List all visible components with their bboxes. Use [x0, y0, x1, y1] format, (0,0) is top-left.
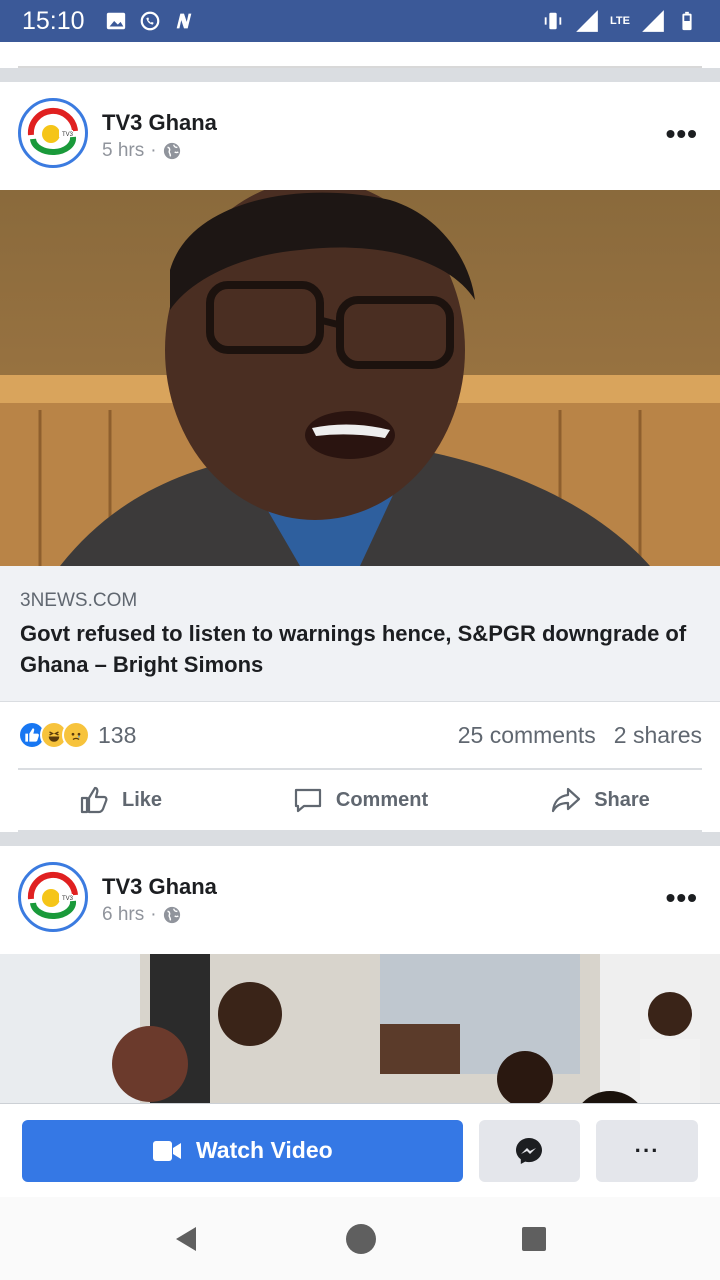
- news-feed[interactable]: TV3 TV3 Ghana 5 hrs · ••• 3NEWS.COM Govt…: [0, 42, 720, 1197]
- more-dots-icon: ···: [634, 1137, 660, 1163]
- post-card: TV3 TV3 Ghana 5 hrs · ••• 3NEWS.COM Govt…: [0, 82, 720, 832]
- post-header: TV3 TV3 Ghana 5 hrs · •••: [0, 82, 720, 190]
- share-icon: [552, 787, 581, 813]
- page-name[interactable]: TV3 Ghana: [102, 874, 217, 900]
- link-preview[interactable]: 3NEWS.COM Govt refused to listen to warn…: [0, 566, 720, 702]
- post-stats: 138 25 comments 2 shares: [0, 702, 720, 768]
- post-time-label: 6 hrs: [102, 904, 145, 925]
- comment-button[interactable]: Comment: [240, 784, 480, 816]
- video-action-bar: Watch Video ···: [0, 1103, 720, 1197]
- lte-indicator: LTE: [610, 14, 630, 27]
- status-time: 15:10: [22, 6, 85, 35]
- share-label: Share: [594, 788, 650, 811]
- link-domain: 3NEWS.COM: [20, 590, 138, 611]
- sad-reaction-icon: [62, 721, 90, 749]
- photo-bright-simons: [0, 190, 720, 566]
- watch-video-label: Watch Video: [195, 1137, 333, 1163]
- system-nav-bar: [0, 1197, 720, 1280]
- messenger-icon: [516, 1137, 543, 1164]
- post-header: TV3 TV3 Ghana 6 hrs · •••: [0, 846, 720, 954]
- more-options-icon[interactable]: •••: [666, 882, 698, 914]
- video-camera-icon: [152, 1140, 181, 1161]
- status-bar: 15:10 LTE: [0, 0, 720, 42]
- like-label: Like: [121, 788, 163, 811]
- avatar[interactable]: TV3: [18, 862, 88, 932]
- divider: [18, 42, 702, 68]
- svg-text:TV3: TV3: [62, 896, 74, 902]
- signal-icon: [576, 10, 598, 32]
- avatar[interactable]: TV3: [18, 98, 88, 168]
- messenger-button[interactable]: [478, 1119, 581, 1182]
- post-actions: Like Comment Share: [0, 770, 720, 830]
- divider: [18, 830, 702, 832]
- post-time-label: 5 hrs: [102, 140, 145, 161]
- recents-icon[interactable]: [520, 1225, 548, 1253]
- like-button[interactable]: Like: [0, 784, 240, 816]
- comment-icon: [294, 788, 321, 813]
- more-button[interactable]: ···: [596, 1119, 698, 1182]
- separator: ·: [150, 904, 157, 925]
- tv3-logo-icon: TV3: [23, 103, 83, 163]
- watch-video-button[interactable]: Watch Video: [22, 1119, 463, 1182]
- globe-icon: [163, 142, 180, 160]
- separator: ·: [150, 140, 157, 161]
- reaction-count: 138: [98, 721, 137, 748]
- post-timestamp[interactable]: 6 hrs ·: [102, 904, 181, 926]
- back-icon[interactable]: [172, 1224, 202, 1254]
- vibrate-icon: [544, 12, 562, 30]
- battery-icon: [682, 11, 692, 31]
- share-button[interactable]: Share: [480, 784, 720, 816]
- shares-count[interactable]: 2 shares: [614, 722, 702, 749]
- whatsapp-icon: [140, 11, 159, 31]
- previous-post-tail: [0, 42, 720, 68]
- like-icon: [80, 786, 108, 814]
- globe-icon: [163, 906, 180, 924]
- more-options-icon[interactable]: •••: [666, 118, 698, 150]
- n-app-icon: [176, 13, 191, 29]
- comment-label: Comment: [335, 788, 429, 811]
- svg-text:TV3: TV3: [62, 132, 74, 138]
- tv3-logo-icon: TV3: [23, 867, 83, 927]
- signal-icon: [642, 10, 664, 32]
- home-icon[interactable]: [345, 1223, 377, 1255]
- link-title: Govt refused to listen to warnings hence…: [20, 621, 687, 677]
- reactions-summary[interactable]: 138: [18, 721, 136, 749]
- page-name[interactable]: TV3 Ghana: [102, 110, 217, 136]
- image-icon: [106, 12, 125, 30]
- post-timestamp[interactable]: 5 hrs ·: [102, 140, 181, 162]
- comments-count[interactable]: 25 comments: [458, 722, 596, 749]
- post-image[interactable]: [0, 190, 720, 566]
